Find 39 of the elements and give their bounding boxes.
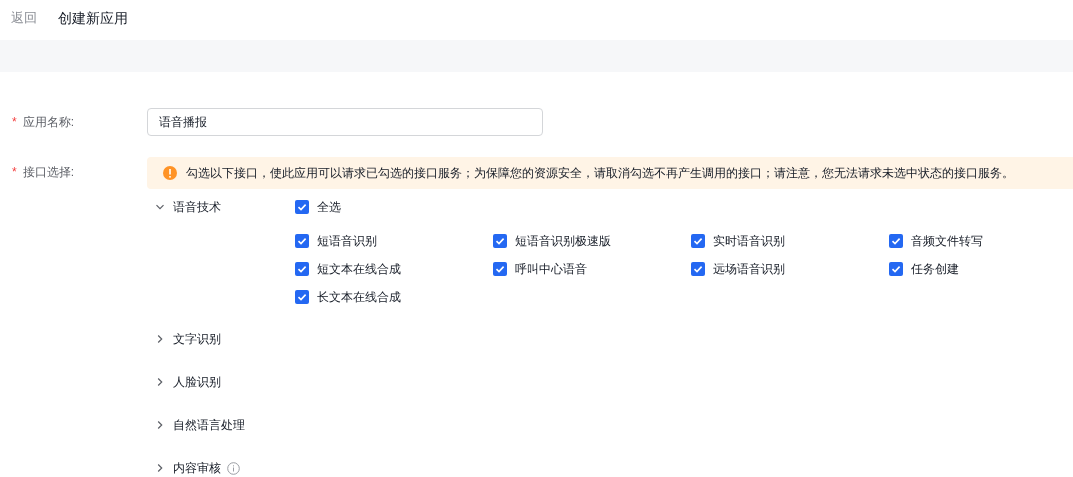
required-mark: * (12, 164, 17, 181)
field-label: 应用名称: (22, 114, 74, 131)
checkbox[interactable] (295, 262, 309, 276)
required-mark: * (12, 114, 17, 131)
checkbox-label: 长文本在线合成 (317, 289, 401, 306)
chevron-icon[interactable] (155, 463, 165, 473)
checkbox[interactable] (889, 262, 903, 276)
checkbox-label: 全选 (317, 199, 341, 216)
category-label[interactable]: 自然语言处理 (173, 416, 245, 434)
checkbox-label: 实时语音识别 (713, 233, 785, 250)
chevron-icon[interactable] (155, 334, 165, 344)
chevron-icon[interactable] (155, 420, 165, 430)
name-input[interactable]: 语音播报 (147, 108, 543, 136)
category-label[interactable]: 内容审核 (173, 459, 221, 477)
chevron-icon[interactable] (155, 202, 165, 212)
checkbox-label: 短语音识别 (317, 233, 377, 250)
field-label: 接口选择: (22, 164, 74, 181)
chevron-icon[interactable] (155, 377, 165, 387)
checkbox[interactable] (691, 262, 705, 276)
warning-icon (163, 166, 177, 180)
notice-text: 勾选以下接口，使此应用可以请求已勾选的接口服务；为保障您的资源安全，请取消勾选不再产生调用的接口；请注意，您无法请求未选中状态的接口服务。 (186, 165, 1014, 182)
checkbox-label: 短文本在线合成 (317, 261, 401, 278)
checkbox[interactable] (493, 234, 507, 248)
checkbox-label: 短语音识别极速版 (515, 233, 611, 250)
checkbox[interactable] (691, 234, 705, 248)
page-title: 创建新应用 (58, 8, 128, 28)
checkbox-label: 任务创建 (911, 261, 959, 278)
checkbox-label: 远场语音识别 (713, 261, 785, 278)
checkbox[interactable] (295, 234, 309, 248)
back-link[interactable]: 返回 (11, 8, 37, 28)
checkbox[interactable] (889, 234, 903, 248)
checkbox[interactable] (295, 290, 309, 304)
checkbox[interactable] (295, 200, 309, 214)
checkbox-label: 音频文件转写 (911, 233, 983, 250)
category-label[interactable]: 语音技术 (173, 198, 221, 216)
category-label[interactable]: 文字识别 (173, 330, 221, 348)
checkbox-label: 呼叫中心语音 (515, 261, 587, 278)
checkbox[interactable] (493, 262, 507, 276)
category-label[interactable]: 人脸识别 (173, 373, 221, 391)
